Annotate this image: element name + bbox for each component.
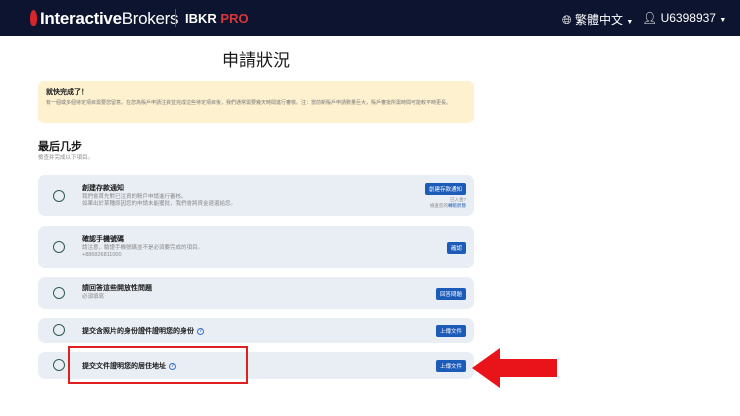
language-selector[interactable]: 🌐︎ 繁體中文 ▼ [562,11,633,28]
product-label: IBKR PRO [185,11,249,26]
notice-banner: 就快完成了！ 有一個或多個待定項目需要您留意。在您為賬戶申請注資並完成這些待定項… [38,81,474,123]
transfer-status-link[interactable]: 轉賬狀態 [448,203,466,208]
section-subtitle: 檢查并完成以下項目。 [38,155,94,161]
upload-address-button[interactable]: 上傳文件 [435,360,466,372]
upload-id-button[interactable]: 上傳文件 [435,325,466,337]
transfer-status-note: 已入金? 檢查您的轉賬狀態 [430,197,466,208]
task-confirm-phone: 確認手機號碼 請注意，驗證手機號碼並不是必須要完成的項目。 +886926811… [38,226,474,268]
red-arrow-icon [472,348,557,388]
task-radio[interactable] [53,241,65,253]
task-open-questions: 請回答這些開放性問題 必須填寫 回答問題 [38,277,474,309]
globe-icon: 🌐︎ [562,13,572,27]
user-icon: 👤︎ [642,11,658,25]
flame-icon [30,10,37,26]
help-icon[interactable]: ? [197,328,204,335]
task-photo-id: 提交含照片的身份證件證明您的身份? 上傳文件 [38,318,474,343]
ib-logo[interactable]: InteractiveBrokers [30,9,179,29]
divider [175,9,176,27]
caret-down-icon: ▼ [719,17,727,24]
highlight-box [68,346,248,384]
banner-text: 有一個或多個待定項目需要您留意。在您為賬戶申請注資並完成這些待定項目後，我們通常… [46,100,452,106]
top-nav: InteractiveBrokers IBKR PRO 🌐︎ 繁體中文 ▼ 👤︎… [0,0,740,36]
answer-questions-button[interactable]: 回答問題 [435,288,466,300]
task-radio[interactable] [53,287,65,299]
task-radio[interactable] [53,324,65,336]
section-title: 最后几步 [38,141,82,153]
page-title: 申請狀況 [222,51,290,70]
task-deposit-notice: 創建存款通知 我們會首先對已注資的賬戶申請進行審核。 如果出於某種原因您的申請未… [38,175,474,216]
confirm-button[interactable]: 確認 [446,242,466,254]
caret-down-icon: ▼ [626,19,634,26]
task-radio[interactable] [53,190,65,202]
task-radio[interactable] [53,359,65,371]
banner-title: 就快完成了！ [46,89,88,96]
user-menu[interactable]: 👤︎ U6398937 ▼ [642,11,726,25]
create-deposit-notice-button[interactable]: 創建存款通知 [424,183,466,195]
